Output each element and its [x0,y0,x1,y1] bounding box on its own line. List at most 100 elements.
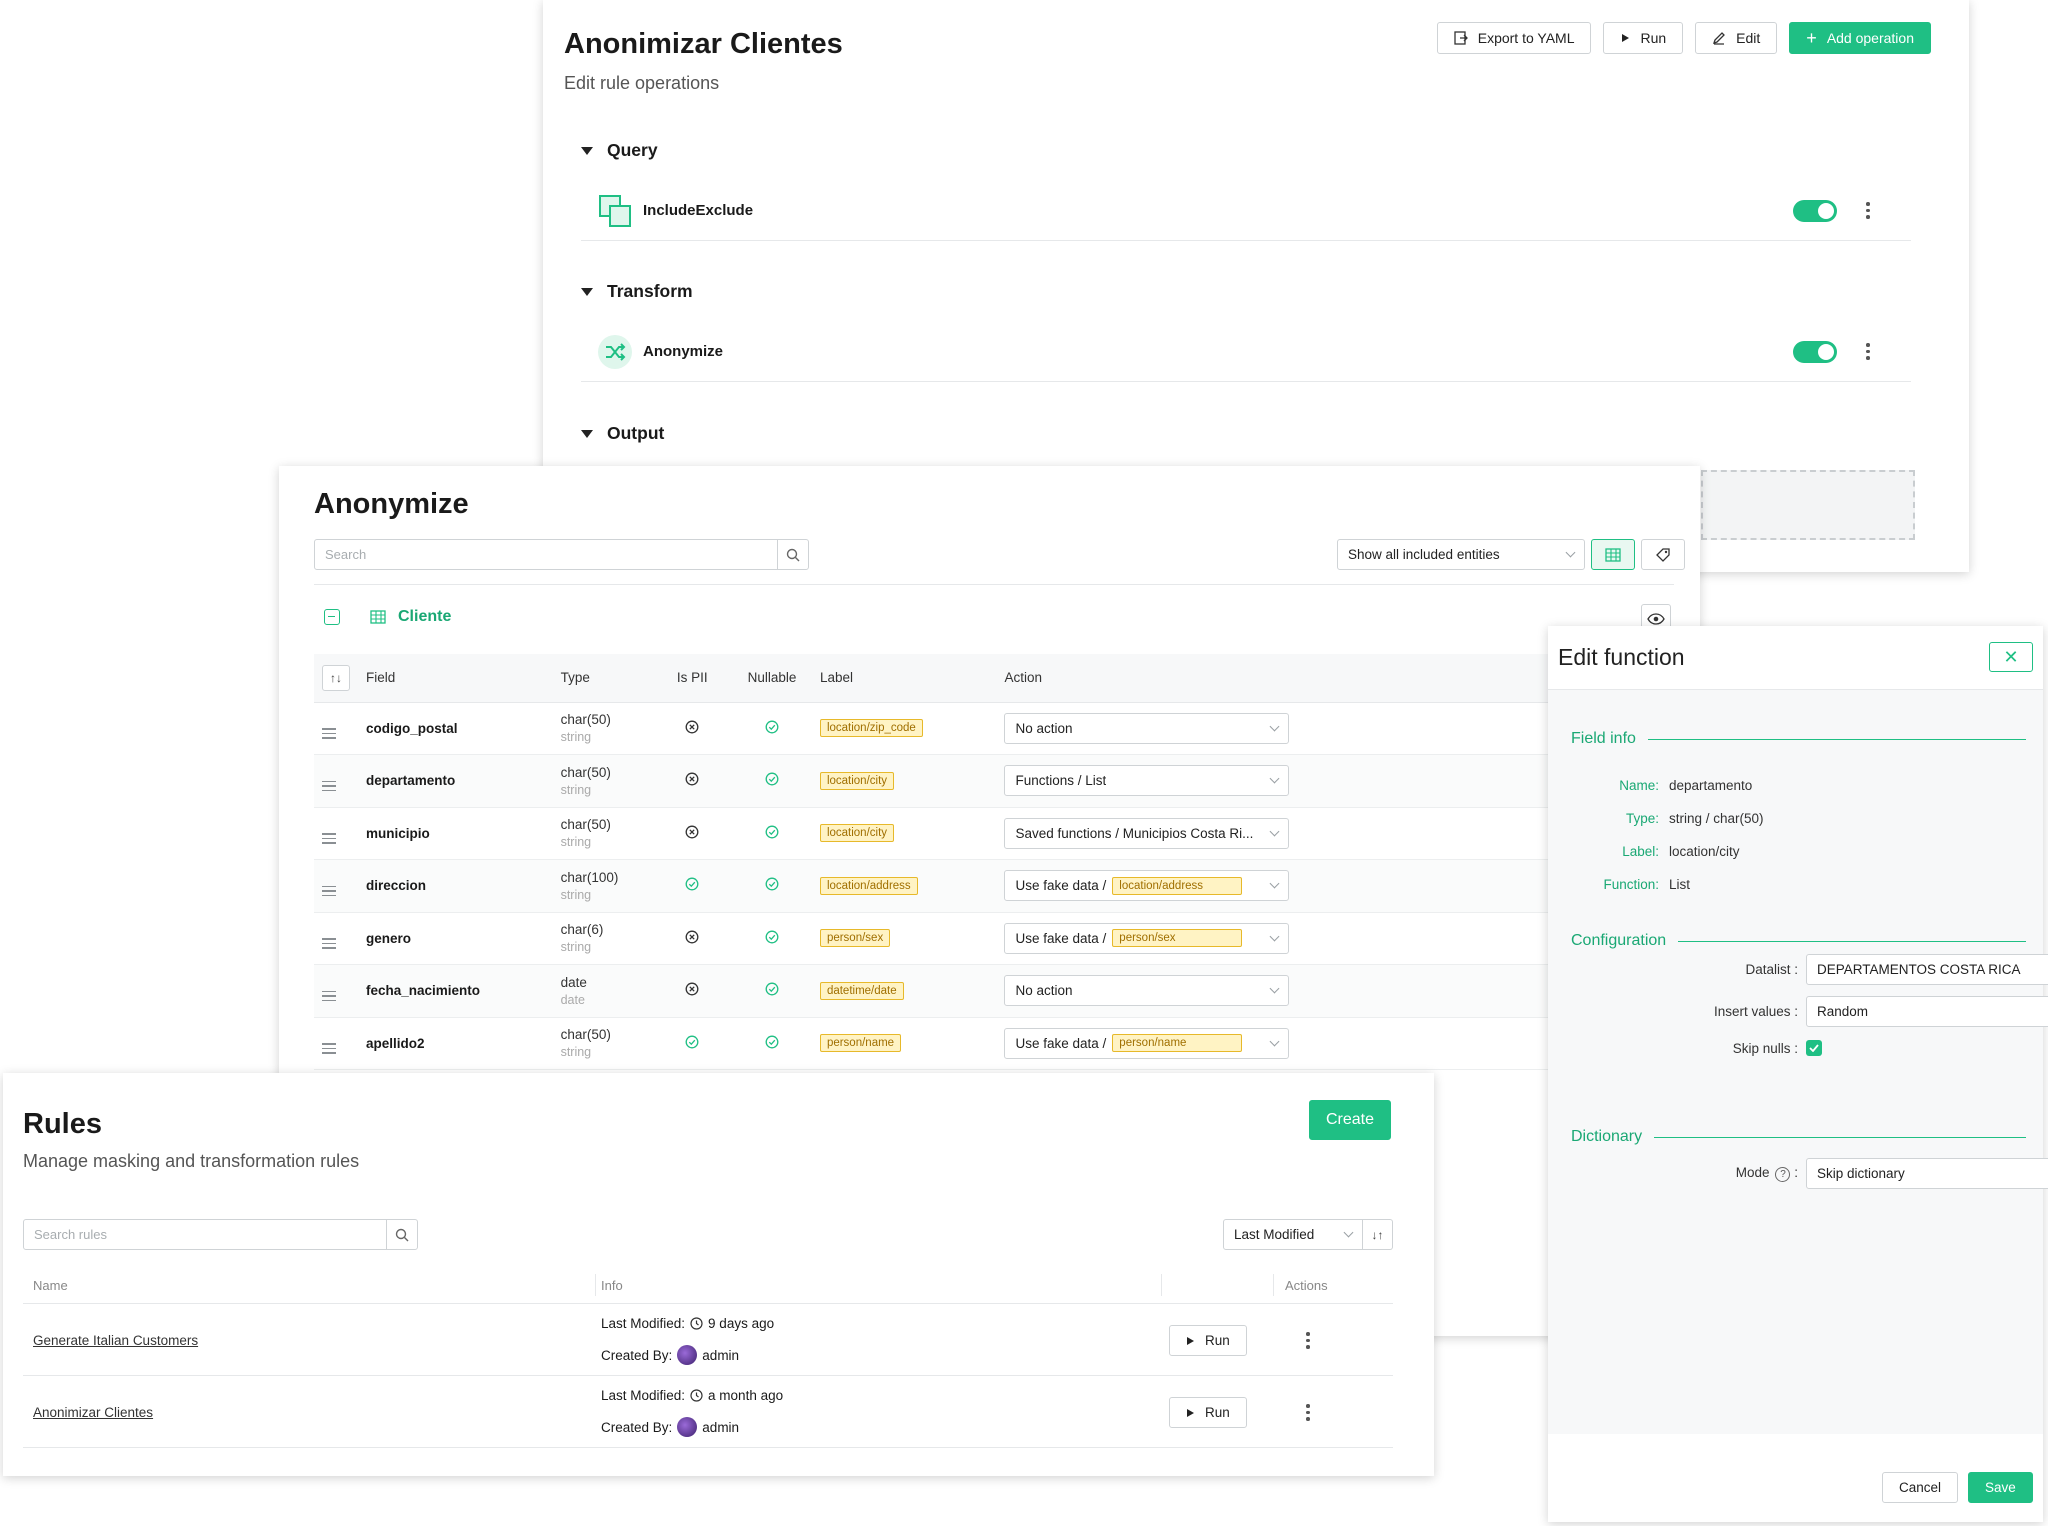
table-row[interactable]: genero char(6) string person/sex Use fake da… [314,912,1674,965]
enable-toggle[interactable] [1793,340,1837,363]
section-query[interactable]: Query [581,140,658,161]
column-header-type[interactable]: Type [552,654,653,703]
section-transform[interactable]: Transform [581,281,693,302]
more-vertical-icon[interactable] [1865,343,1871,360]
is-pii-cell [652,964,733,1018]
label-tag: location/city [819,771,895,790]
collapse-icon[interactable] [324,609,340,625]
check-circle-icon [765,930,779,947]
play-icon [1187,1336,1194,1345]
drag-handle-icon[interactable] [322,728,336,739]
drag-handle-icon[interactable] [322,833,336,844]
rule-name-link[interactable]: Anonimizar Clientes [33,1405,153,1420]
run-label: Run [1640,30,1667,46]
table-row[interactable]: apellido2 char(50) string person/name Use fa… [314,1017,1674,1070]
field-name: municipio [366,825,430,841]
field-info-value: string / char(50) [1669,811,1764,826]
column-header-name[interactable]: Name [33,1278,68,1293]
export-yaml-button[interactable]: Export to YAML [1436,22,1592,54]
section-output[interactable]: Output [581,423,664,444]
include-exclude-icon [595,191,635,231]
run-rule-button[interactable]: Run [1169,1397,1247,1428]
mode-select[interactable]: Skip dictionary [1806,1158,2048,1189]
action-select[interactable]: Saved functions / Municipios Costa Ri... [1004,817,1290,849]
action-value: Use fake data / [1015,930,1107,946]
enable-toggle[interactable] [1793,199,1837,222]
create-rule-button[interactable]: Create [1309,1100,1392,1140]
run-button[interactable]: Run [1603,22,1684,54]
action-select[interactable]: Use fake data / person/sex [1004,922,1290,954]
column-header-is-pii[interactable]: Is PII [652,654,733,703]
insert-values-select[interactable]: Random [1806,996,2048,1027]
action-select[interactable]: No action [1004,712,1290,744]
action-select[interactable]: Use fake data / person/name [1004,1027,1290,1059]
drag-handle-icon[interactable] [322,1043,336,1054]
more-vertical-icon[interactable] [1305,1332,1311,1349]
skip-nulls-checkbox[interactable] [1806,1040,1822,1056]
last-modified-value: 9 days ago [708,1316,775,1331]
output-drop-zone[interactable] [1701,470,1915,540]
add-operation-button[interactable]: + Add operation [1789,22,1931,54]
action-tag: location/address [1112,876,1243,895]
column-header-field[interactable]: Field [358,654,553,703]
edit-button[interactable]: Edit [1695,22,1778,54]
is-pii-cell [652,754,733,808]
drag-handle-icon[interactable] [322,885,336,897]
field-info-row: Function: List [1548,877,1690,892]
last-modified-value: a month ago [708,1388,784,1403]
table-row[interactable]: departamento char(50) string location/city F… [314,754,1674,808]
check-circle-icon [765,720,779,737]
drawer-footer: Cancel Save [1548,1456,2043,1522]
sort-direction-icon[interactable]: ↓↑ [1363,1219,1393,1250]
field-cell: direccion [358,859,553,913]
column-header-nullable[interactable]: Nullable [732,654,812,703]
search-icon[interactable] [777,540,808,569]
more-vertical-icon[interactable] [1865,202,1871,219]
action-value: Saved functions / Municipios Costa Ri... [1015,825,1254,841]
field-name: fecha_nacimiento [366,983,481,999]
close-icon[interactable]: ✕ [1989,642,2033,672]
is-pii-cell [652,859,733,913]
table-view-button[interactable] [1591,539,1635,570]
rules-table-header: Name Info Actions [23,1266,1393,1304]
rules-search [23,1219,418,1250]
operation-row-anonymize[interactable]: Anonymize [581,322,1911,382]
search-icon[interactable] [386,1220,417,1249]
column-header-info[interactable]: Info [601,1278,623,1293]
avatar [677,1345,698,1365]
entity-header[interactable]: Cliente [324,608,451,626]
column-header-label[interactable]: Label [811,654,997,703]
action-value-wrap: Functions / List [1015,773,1106,788]
datalist-label: Datalist : [1745,962,1798,977]
tag-view-button[interactable] [1641,539,1685,570]
entity-filter-select[interactable]: Show all included entities [1337,539,1585,570]
shuffle-icon [595,332,635,372]
operation-row-includeexclude[interactable]: IncludeExclude [581,181,1911,241]
action-select[interactable]: No action [1004,975,1290,1007]
label-tag: location/zip_code [819,719,923,738]
save-button[interactable]: Save [1968,1472,2033,1503]
drag-handle-icon[interactable] [322,780,336,792]
rule-created-by: Created By: admin [601,1417,739,1437]
drag-handle-icon[interactable] [322,938,336,949]
rules-search-input[interactable] [24,1220,386,1249]
section-label: Query [607,140,658,160]
cancel-button[interactable]: Cancel [1882,1472,1959,1503]
more-vertical-icon[interactable] [1305,1404,1311,1421]
chevron-down-icon [1270,826,1280,837]
sort-select[interactable]: Last Modified [1223,1219,1363,1250]
field-search-input[interactable] [315,540,777,569]
help-icon[interactable]: ? [1775,1167,1791,1182]
field-cell: codigo_postal [358,702,553,755]
table-row[interactable]: direccion char(100) string location/address… [314,859,1674,913]
drag-handle-icon[interactable] [322,990,336,1002]
action-select[interactable]: Use fake data / location/address [1004,870,1290,902]
table-row[interactable]: municipio char(50) string location/city Save… [314,807,1674,860]
table-row[interactable]: fecha_nacimiento date date datetime/date No … [314,964,1674,1018]
rule-name-link[interactable]: Generate Italian Customers [33,1333,198,1348]
table-row[interactable]: codigo_postal char(50) string location/zip_… [314,702,1674,755]
run-rule-button[interactable]: Run [1169,1325,1247,1356]
datalist-select[interactable]: DEPARTAMENTOS COSTA RICA [1806,954,2048,985]
action-select[interactable]: Functions / List [1004,765,1290,797]
sort-icon[interactable]: ↑↓ [322,664,350,691]
